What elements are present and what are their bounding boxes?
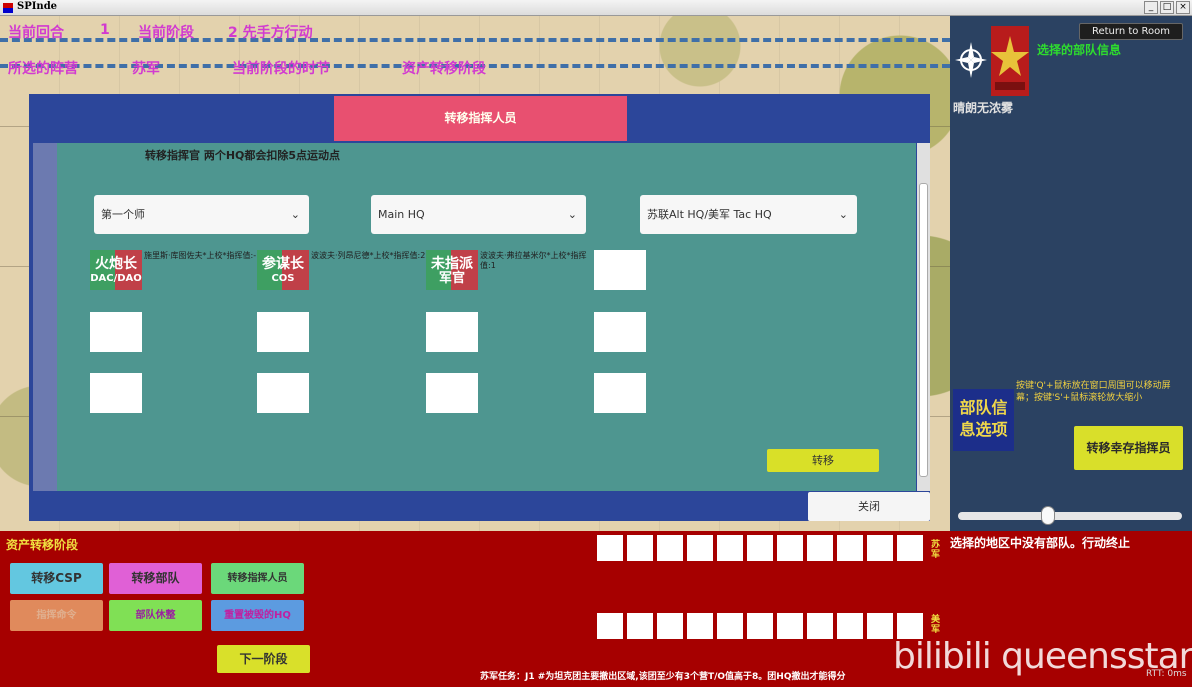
window-title: SPInde <box>17 1 58 12</box>
minimize-button[interactable]: _ <box>1144 1 1158 14</box>
us-slot[interactable] <box>687 613 713 639</box>
current-turn-label: 当前回合 <box>8 25 64 41</box>
unit-info-options-line2: 息选项 <box>959 420 1008 439</box>
segment-label: 当前阶段的时节 <box>232 61 330 77</box>
current-phase-value: 2 先手方行动 <box>228 25 313 41</box>
rebuild-hq-button[interactable]: 重置被毁的HQ <box>211 600 304 631</box>
unit-info-options-button[interactable]: 部队信 息选项 <box>953 389 1014 451</box>
officer-role-abbr: COS <box>271 273 295 284</box>
alt-hq-dropdown[interactable]: 苏联Alt HQ/美军 Tac HQ ⌄ <box>640 195 857 234</box>
division-dropdown-value: 第一个师 <box>101 208 145 221</box>
officer-card-unassigned[interactable]: 未指派 军官 <box>426 250 478 290</box>
officer-slot-empty[interactable] <box>257 312 309 352</box>
soviet-slot[interactable] <box>717 535 743 561</box>
officer-slot-empty[interactable] <box>426 373 478 413</box>
soviet-slot[interactable] <box>777 535 803 561</box>
current-turn-value: 1 <box>100 22 110 38</box>
main-hq-dropdown-value: Main HQ <box>378 208 425 221</box>
officer-slot-empty[interactable] <box>594 250 646 290</box>
officer-slot-empty[interactable] <box>594 312 646 352</box>
dialog-left-strip <box>33 143 57 491</box>
division-dropdown[interactable]: 第一个师 ⌄ <box>94 195 309 234</box>
soviet-side-label: 苏军 <box>931 540 941 560</box>
controls-hint: 按键'Q'+鼠标放在窗口周围可以移动屏幕；按键'S'+鼠标滚轮放大缩小 <box>1016 381 1171 403</box>
bottom-phase-label: 资产转移阶段 <box>6 538 79 552</box>
officer-role: 未指派 <box>431 256 473 272</box>
weather-label: 晴朗无浓雾 <box>953 101 1014 115</box>
dialog-title: 转移指挥人员 <box>334 96 627 141</box>
soviet-slot[interactable] <box>897 535 923 561</box>
soviet-slot[interactable] <box>837 535 863 561</box>
us-slot[interactable] <box>597 613 623 639</box>
app-icon <box>3 3 13 13</box>
maximize-button[interactable]: □ <box>1160 1 1174 14</box>
officer-role: 参谋长 <box>262 256 304 272</box>
soviet-slot[interactable] <box>597 535 623 561</box>
transfer-commanders-button[interactable]: 转移指挥人员 <box>211 563 304 594</box>
unit-rest-button[interactable]: 部队休整 <box>109 600 202 631</box>
officer-slot-empty[interactable] <box>257 373 309 413</box>
officer-role: 火炮长 <box>95 256 137 272</box>
soviet-slot[interactable] <box>807 535 833 561</box>
soviet-slot[interactable] <box>627 535 653 561</box>
transfer-surviving-commanders-button[interactable]: 转移幸存指挥员 <box>1074 426 1183 470</box>
dialog-scroll-thumb[interactable] <box>919 183 928 477</box>
faction-value: 苏军 <box>132 61 160 77</box>
us-slot[interactable] <box>657 613 683 639</box>
transfer-units-button[interactable]: 转移部队 <box>109 563 202 594</box>
selected-unit-info-label: 选择的部队信息 <box>1037 43 1122 57</box>
faction-label: 所选的阵营 <box>8 61 78 77</box>
officer-role-abbr: DAC/DAO <box>90 273 142 284</box>
officer-slot-empty[interactable] <box>90 312 142 352</box>
us-slot[interactable] <box>627 613 653 639</box>
officer-desc: 波波夫·弗拉基米尔*上校*指挥值:1 <box>480 251 587 270</box>
officer-desc: 施里斯·库图佐夫*上校*指挥值:-1 <box>144 251 262 260</box>
zoom-slider-track[interactable] <box>958 512 1182 520</box>
mission-text: 苏军任务：J1 #为坦克团主要撤出区域,该团至少有3个营T/O值高于8。团HQ撤… <box>480 672 846 682</box>
soviet-slot[interactable] <box>687 535 713 561</box>
dialog-close-button[interactable]: 关闭 <box>808 492 930 521</box>
return-to-room-button[interactable]: Return to Room <box>1079 23 1183 40</box>
us-side-label: 美军 <box>931 615 941 635</box>
officer-card-chief-of-staff[interactable]: 参谋长 COS <box>257 250 309 290</box>
transfer-button[interactable]: 转移 <box>767 449 879 472</box>
unit-info-options-line1: 部队信 <box>959 398 1008 417</box>
us-slot[interactable] <box>717 613 743 639</box>
main-hq-dropdown[interactable]: Main HQ ⌄ <box>371 195 586 234</box>
officer-slot-empty[interactable] <box>594 373 646 413</box>
alt-hq-dropdown-value: 苏联Alt HQ/美军 Tac HQ <box>647 208 772 221</box>
us-slot[interactable] <box>867 613 893 639</box>
officer-role-abbr: 军官 <box>438 271 465 286</box>
soviet-star-emblem-icon[interactable] <box>991 26 1029 96</box>
officer-desc: 波波夫·列昂尼德*上校*指挥值:2 <box>311 251 426 260</box>
soviet-slot[interactable] <box>747 535 773 561</box>
us-slot[interactable] <box>777 613 803 639</box>
next-phase-button[interactable]: 下一阶段 <box>217 645 310 673</box>
status-message: 选择的地区中没有部队。行动终止 <box>950 536 1131 550</box>
current-phase-label: 当前阶段 <box>138 25 194 41</box>
window-titlebar: SPInde _ □ × <box>0 0 1192 16</box>
officer-slot-empty[interactable] <box>426 312 478 352</box>
transfer-csp-button[interactable]: 转移CSP <box>10 563 103 594</box>
chevron-down-icon: ⌄ <box>838 208 848 221</box>
nato-compass-icon[interactable] <box>954 26 988 94</box>
us-slot[interactable] <box>747 613 773 639</box>
chevron-down-icon: ⌄ <box>567 208 577 221</box>
close-window-button[interactable]: × <box>1176 1 1190 14</box>
dialog-note: 转移指挥官 两个HQ都会扣除5点运动点 <box>145 149 341 162</box>
soviet-slot-row <box>597 535 923 561</box>
soviet-slot[interactable] <box>657 535 683 561</box>
us-slot-row <box>597 613 923 639</box>
us-slot[interactable] <box>807 613 833 639</box>
soviet-slot[interactable] <box>867 535 893 561</box>
us-slot[interactable] <box>837 613 863 639</box>
chevron-down-icon: ⌄ <box>290 208 300 221</box>
op-order-button[interactable]: 指挥命令 <box>10 600 103 631</box>
officer-slot-empty[interactable] <box>90 373 142 413</box>
rtt-readout: RTT: 0ms <box>1146 669 1187 679</box>
zoom-slider-thumb[interactable] <box>1040 506 1055 525</box>
segment-value: 资产转移阶段 <box>402 61 486 77</box>
officer-card-artillery-chief[interactable]: 火炮长 DAC/DAO <box>90 250 142 290</box>
